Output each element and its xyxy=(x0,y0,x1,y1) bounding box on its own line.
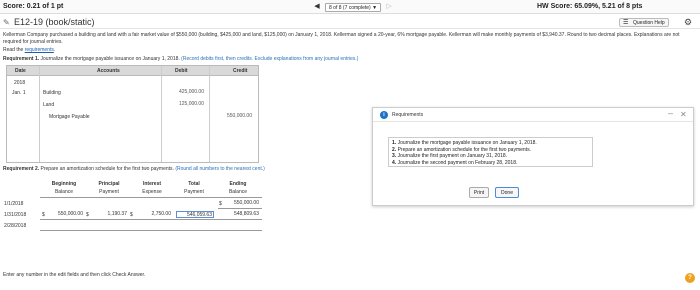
score-text: Score: 0.21 of 1 pt xyxy=(3,3,64,10)
amort-date-1: 1/1/2018 xyxy=(4,201,24,207)
requirement-2-hint: (Round all numbers to the nearest cent.) xyxy=(175,166,265,172)
journal-account-2[interactable]: Land xyxy=(43,102,54,108)
partial-credit-icon: ✎ xyxy=(3,18,10,27)
question-help-label: Question Help xyxy=(633,20,665,26)
ending-header: Ending xyxy=(229,181,247,187)
help-icon[interactable]: ? xyxy=(685,273,695,283)
requirements-dialog-title: Requirements xyxy=(392,112,424,118)
interest-header: Interest xyxy=(142,181,162,187)
beginning-header: Beginning xyxy=(51,181,77,187)
done-button[interactable]: Done xyxy=(495,187,519,198)
requirement-1-label: Requirement 1. xyxy=(3,56,40,62)
total-header: Total xyxy=(188,181,200,187)
requirement-item-text: Journalize the mortgage payable issuance… xyxy=(397,140,537,146)
requirement-1-body: Journalize the mortgage payable issuance… xyxy=(39,56,182,62)
requirement-item: 4. Journalize the second payment on Febr… xyxy=(392,160,589,167)
journal-debit-2[interactable]: 125,000.00 xyxy=(163,100,207,108)
title-bar: ✎ E12-19 (book/static) ☰ Question Help ⚙ xyxy=(0,15,700,29)
requirement-item-number: 2. xyxy=(392,146,397,153)
amort-principal-2[interactable]: 1,190.37 xyxy=(92,211,128,218)
amort-total-2[interactable]: 546,059.63 xyxy=(176,211,214,218)
requirement-2-body: Prepare an amortization schedule for the… xyxy=(39,166,176,172)
page-title: E12-19 (book/static) xyxy=(14,17,95,27)
question-help-button[interactable]: ☰ Question Help xyxy=(619,18,669,27)
beginning-subheader: Balance xyxy=(54,189,74,195)
read-prefix: Read the xyxy=(3,47,25,53)
requirement-1-text: Requirement 1. Journalize the mortgage p… xyxy=(3,56,358,62)
read-requirements-line: Read the requirements. xyxy=(3,47,55,53)
print-button[interactable]: Print xyxy=(469,187,489,198)
requirements-dialog: i Requirements – ✕ 1. Journalize the mor… xyxy=(372,107,694,206)
minimize-icon[interactable]: – xyxy=(668,108,673,118)
problem-statement: Kellerman Company purchased a building a… xyxy=(3,32,680,45)
previous-question-icon[interactable]: ◀ xyxy=(312,2,322,12)
currency-symbol: $ xyxy=(130,212,133,218)
principal-subheader: Payment xyxy=(99,189,119,195)
info-icon: i xyxy=(380,111,388,119)
next-question-icon[interactable]: ▷ xyxy=(384,2,394,12)
currency-symbol: $ xyxy=(42,212,45,218)
journal-account-3[interactable]: Mortgage Payable xyxy=(49,114,90,120)
debit-header: Debit xyxy=(175,68,188,74)
gear-icon[interactable]: ⚙ xyxy=(684,17,692,27)
requirement-item-number: 4. xyxy=(392,159,397,166)
journal-year: 2018 xyxy=(14,80,26,86)
journal-header-row: Date Accounts Debit Credit xyxy=(7,66,258,76)
requirements-list: 1. Journalize the mortgage payable issua… xyxy=(388,137,593,167)
requirement-item-text: Journalize the first payment on January … xyxy=(397,153,508,159)
journal-date: Jan. 1 xyxy=(12,90,26,96)
amort-date-3: 2/28/2018 xyxy=(4,223,27,229)
requirement-1-hint: (Record debits first, then credits. Excl… xyxy=(181,56,359,62)
list-icon: ☰ xyxy=(623,20,629,26)
journal-credit-3[interactable]: 550,000.00 xyxy=(211,112,255,120)
requirement-item-text: Prepare an amortization schedule for the… xyxy=(397,146,531,153)
requirement-item-number: 1. xyxy=(392,140,397,146)
total-subheader: Payment xyxy=(184,189,204,195)
journal-entry-table: Date Accounts Debit Credit 2018 Jan. 1 B… xyxy=(6,65,259,163)
journal-debit-1[interactable]: 425,000.00 xyxy=(163,88,207,96)
ending-subheader: Balance xyxy=(228,189,248,195)
requirement-2-label: Requirement 2. xyxy=(3,166,40,172)
requirements-link[interactable]: requirements xyxy=(25,47,54,53)
close-icon[interactable]: ✕ xyxy=(680,110,687,119)
question-selector[interactable]: 8 of 8 (7 complete) ▼ xyxy=(325,2,382,12)
requirement-item-text: Journalize the second payment on Februar… xyxy=(397,159,518,166)
requirements-dialog-header: i Requirements – ✕ xyxy=(373,108,693,122)
amort-ending-2[interactable]: 548,809.63 xyxy=(222,211,260,218)
footer-instruction: Enter any number in the edit fields and … xyxy=(3,272,146,278)
currency-symbol: $ xyxy=(86,212,89,218)
principal-header: Principal xyxy=(98,181,120,187)
hw-score-text: HW Score: 65.09%, 5.21 of 8 pts xyxy=(537,3,643,10)
journal-account-1[interactable]: Building xyxy=(43,90,61,96)
credit-header: Credit xyxy=(233,68,248,74)
accounts-header: Accounts xyxy=(97,68,120,74)
top-bar: Score: 0.21 of 1 pt ◀ 8 of 8 (7 complete… xyxy=(0,0,700,14)
amort-interest-2[interactable]: 2,750.00 xyxy=(136,211,172,218)
question-navigator: ◀ 8 of 8 (7 complete) ▼ ▷ xyxy=(312,2,394,12)
requirement-item-number: 3. xyxy=(392,153,397,159)
currency-symbol: $ xyxy=(219,201,222,207)
requirement-2-text: Requirement 2. Prepare an amortization s… xyxy=(3,166,265,172)
read-suffix: . xyxy=(53,47,56,53)
amort-beginning-2[interactable]: 550,000.00 xyxy=(46,211,84,218)
amort-date-2: 1/31/2018 xyxy=(4,212,27,218)
date-header: Date xyxy=(15,68,26,74)
interest-subheader: Expense xyxy=(142,189,162,195)
amort-ending-1[interactable]: 550,000.00 xyxy=(224,200,260,207)
